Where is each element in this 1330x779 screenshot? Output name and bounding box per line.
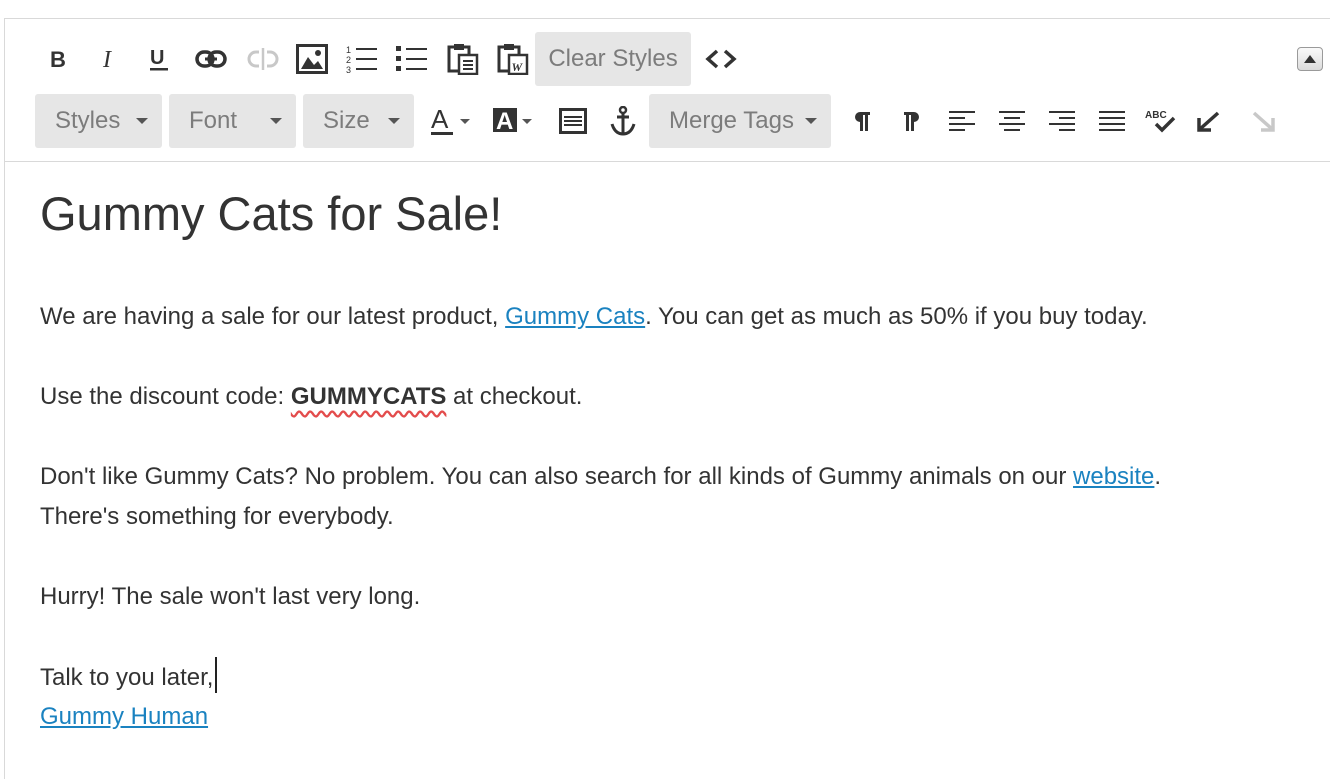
paste-from-word-button[interactable]: W: [493, 32, 533, 86]
paste-icon: [447, 44, 479, 75]
rtl-icon: [904, 112, 919, 131]
svg-text:U: U: [150, 47, 164, 69]
collapse-toolbar-icon: [1304, 55, 1316, 63]
paragraph-signature: Gummy Human: [40, 697, 208, 737]
text-color-button[interactable]: A: [427, 94, 477, 148]
paragraph-text: . You can get as much as 50% if you buy …: [645, 303, 1148, 330]
svg-text:B: B: [50, 48, 66, 70]
clear-styles-button[interactable]: Clear Styles: [535, 32, 691, 86]
italic-button[interactable]: I: [93, 32, 125, 86]
bulleted-list-icon: [396, 46, 427, 71]
link-icon: [195, 50, 227, 68]
text-color-icon: A: [431, 106, 470, 135]
horizontal-rule-button[interactable]: [555, 94, 591, 148]
closing-text: Talk to you later,: [40, 664, 214, 691]
paste-from-word-icon: W: [497, 44, 529, 75]
redo-button[interactable]: [1243, 94, 1279, 148]
paragraph-everybody: There's something for everybody.: [40, 503, 394, 530]
merge-tags-label: Merge Tags: [669, 107, 794, 134]
merge-tags-dropdown[interactable]: Merge Tags: [649, 94, 831, 148]
ltr-button[interactable]: [847, 94, 877, 148]
chevron-down-icon: [388, 118, 400, 124]
redo-icon: [1252, 111, 1275, 132]
size-dropdown[interactable]: Size: [303, 94, 414, 148]
paragraph-hurry: Hurry! The sale won't last very long.: [40, 583, 421, 610]
bold-icon: B: [50, 48, 66, 70]
undo-icon: [1197, 111, 1220, 132]
chevron-down-icon: [136, 118, 148, 124]
underline-button[interactable]: U: [143, 32, 175, 86]
styles-label: Styles: [55, 107, 121, 134]
paragraph-text: Use the discount code:: [40, 383, 291, 410]
svg-text:ABC: ABC: [1145, 110, 1167, 121]
unlink-icon: [247, 48, 279, 70]
chevron-down-icon: [805, 118, 817, 124]
gummy-cats-link[interactable]: Gummy Cats: [505, 303, 645, 330]
svg-text:2: 2: [346, 55, 351, 65]
undo-button[interactable]: [1193, 94, 1229, 148]
paragraph-alternatives: Don't like Gummy Cats? No problem. You c…: [40, 457, 1161, 497]
justify-icon: [1099, 111, 1125, 131]
anchor-icon: [610, 106, 636, 136]
paste-button[interactable]: [443, 32, 483, 86]
ltr-icon: [855, 112, 870, 131]
spellcheck-icon: ABC: [1145, 110, 1176, 133]
italic-icon: I: [102, 48, 112, 70]
align-center-icon: [999, 111, 1025, 131]
source-code-icon: [705, 49, 737, 69]
chevron-down-icon: [270, 118, 282, 124]
svg-text:A: A: [431, 106, 449, 134]
paragraph-sale: We are having a sale for our latest prod…: [40, 297, 1148, 337]
svg-text:A: A: [496, 108, 513, 135]
paragraph-discount: Use the discount code: GUMMYCATS at chec…: [40, 377, 582, 417]
editor-toolbar: B I U 123 W Clear Styles Styles Font Siz…: [5, 19, 1330, 162]
styles-dropdown[interactable]: Styles: [35, 94, 162, 148]
bulleted-list-button[interactable]: [393, 32, 431, 86]
bold-button[interactable]: B: [43, 32, 75, 86]
rtl-button[interactable]: [897, 94, 927, 148]
size-label: Size: [323, 107, 370, 134]
paragraph-closing: Talk to you later,: [40, 657, 218, 698]
numbered-list-icon: 123: [346, 45, 377, 73]
website-link[interactable]: website: [1073, 463, 1154, 490]
align-center-button[interactable]: [997, 94, 1027, 148]
font-dropdown[interactable]: Font: [169, 94, 296, 148]
background-color-icon: A: [493, 108, 532, 135]
anchor-button[interactable]: [605, 94, 641, 148]
source-code-button[interactable]: [703, 32, 739, 86]
image-button[interactable]: [293, 32, 331, 86]
align-right-button[interactable]: [1047, 94, 1077, 148]
gummy-human-link[interactable]: Gummy Human: [40, 703, 208, 730]
svg-text:1: 1: [346, 45, 351, 55]
document-heading: Gummy Cats for Sale!: [40, 187, 503, 240]
align-left-icon: [949, 111, 975, 131]
paragraph-text: Don't like Gummy Cats? No problem. You c…: [40, 463, 1074, 490]
paragraph-text: at checkout.: [446, 383, 583, 410]
svg-text:3: 3: [346, 65, 351, 73]
discount-code: GUMMYCATS: [290, 383, 447, 410]
align-left-button[interactable]: [947, 94, 977, 148]
underline-icon: U: [150, 47, 168, 71]
link-button[interactable]: [191, 32, 231, 86]
background-color-button[interactable]: A: [489, 94, 539, 148]
text-cursor: [215, 657, 218, 693]
svg-text:I: I: [102, 48, 112, 70]
clear-styles-label: Clear Styles: [548, 45, 678, 72]
numbered-list-button[interactable]: 123: [343, 32, 381, 86]
font-label: Font: [189, 107, 238, 134]
paragraph-text: .: [1154, 463, 1162, 490]
svg-text:W: W: [512, 60, 524, 74]
collapse-toolbar-button[interactable]: [1297, 47, 1323, 71]
image-icon: [296, 44, 328, 74]
paragraph-text: We are having a sale for our latest prod…: [40, 303, 506, 330]
spellcheck-button[interactable]: ABC: [1143, 94, 1179, 148]
align-right-icon: [1049, 111, 1075, 131]
unlink-button[interactable]: [243, 32, 283, 86]
horizontal-rule-icon: [559, 108, 587, 134]
justify-button[interactable]: [1097, 94, 1127, 148]
